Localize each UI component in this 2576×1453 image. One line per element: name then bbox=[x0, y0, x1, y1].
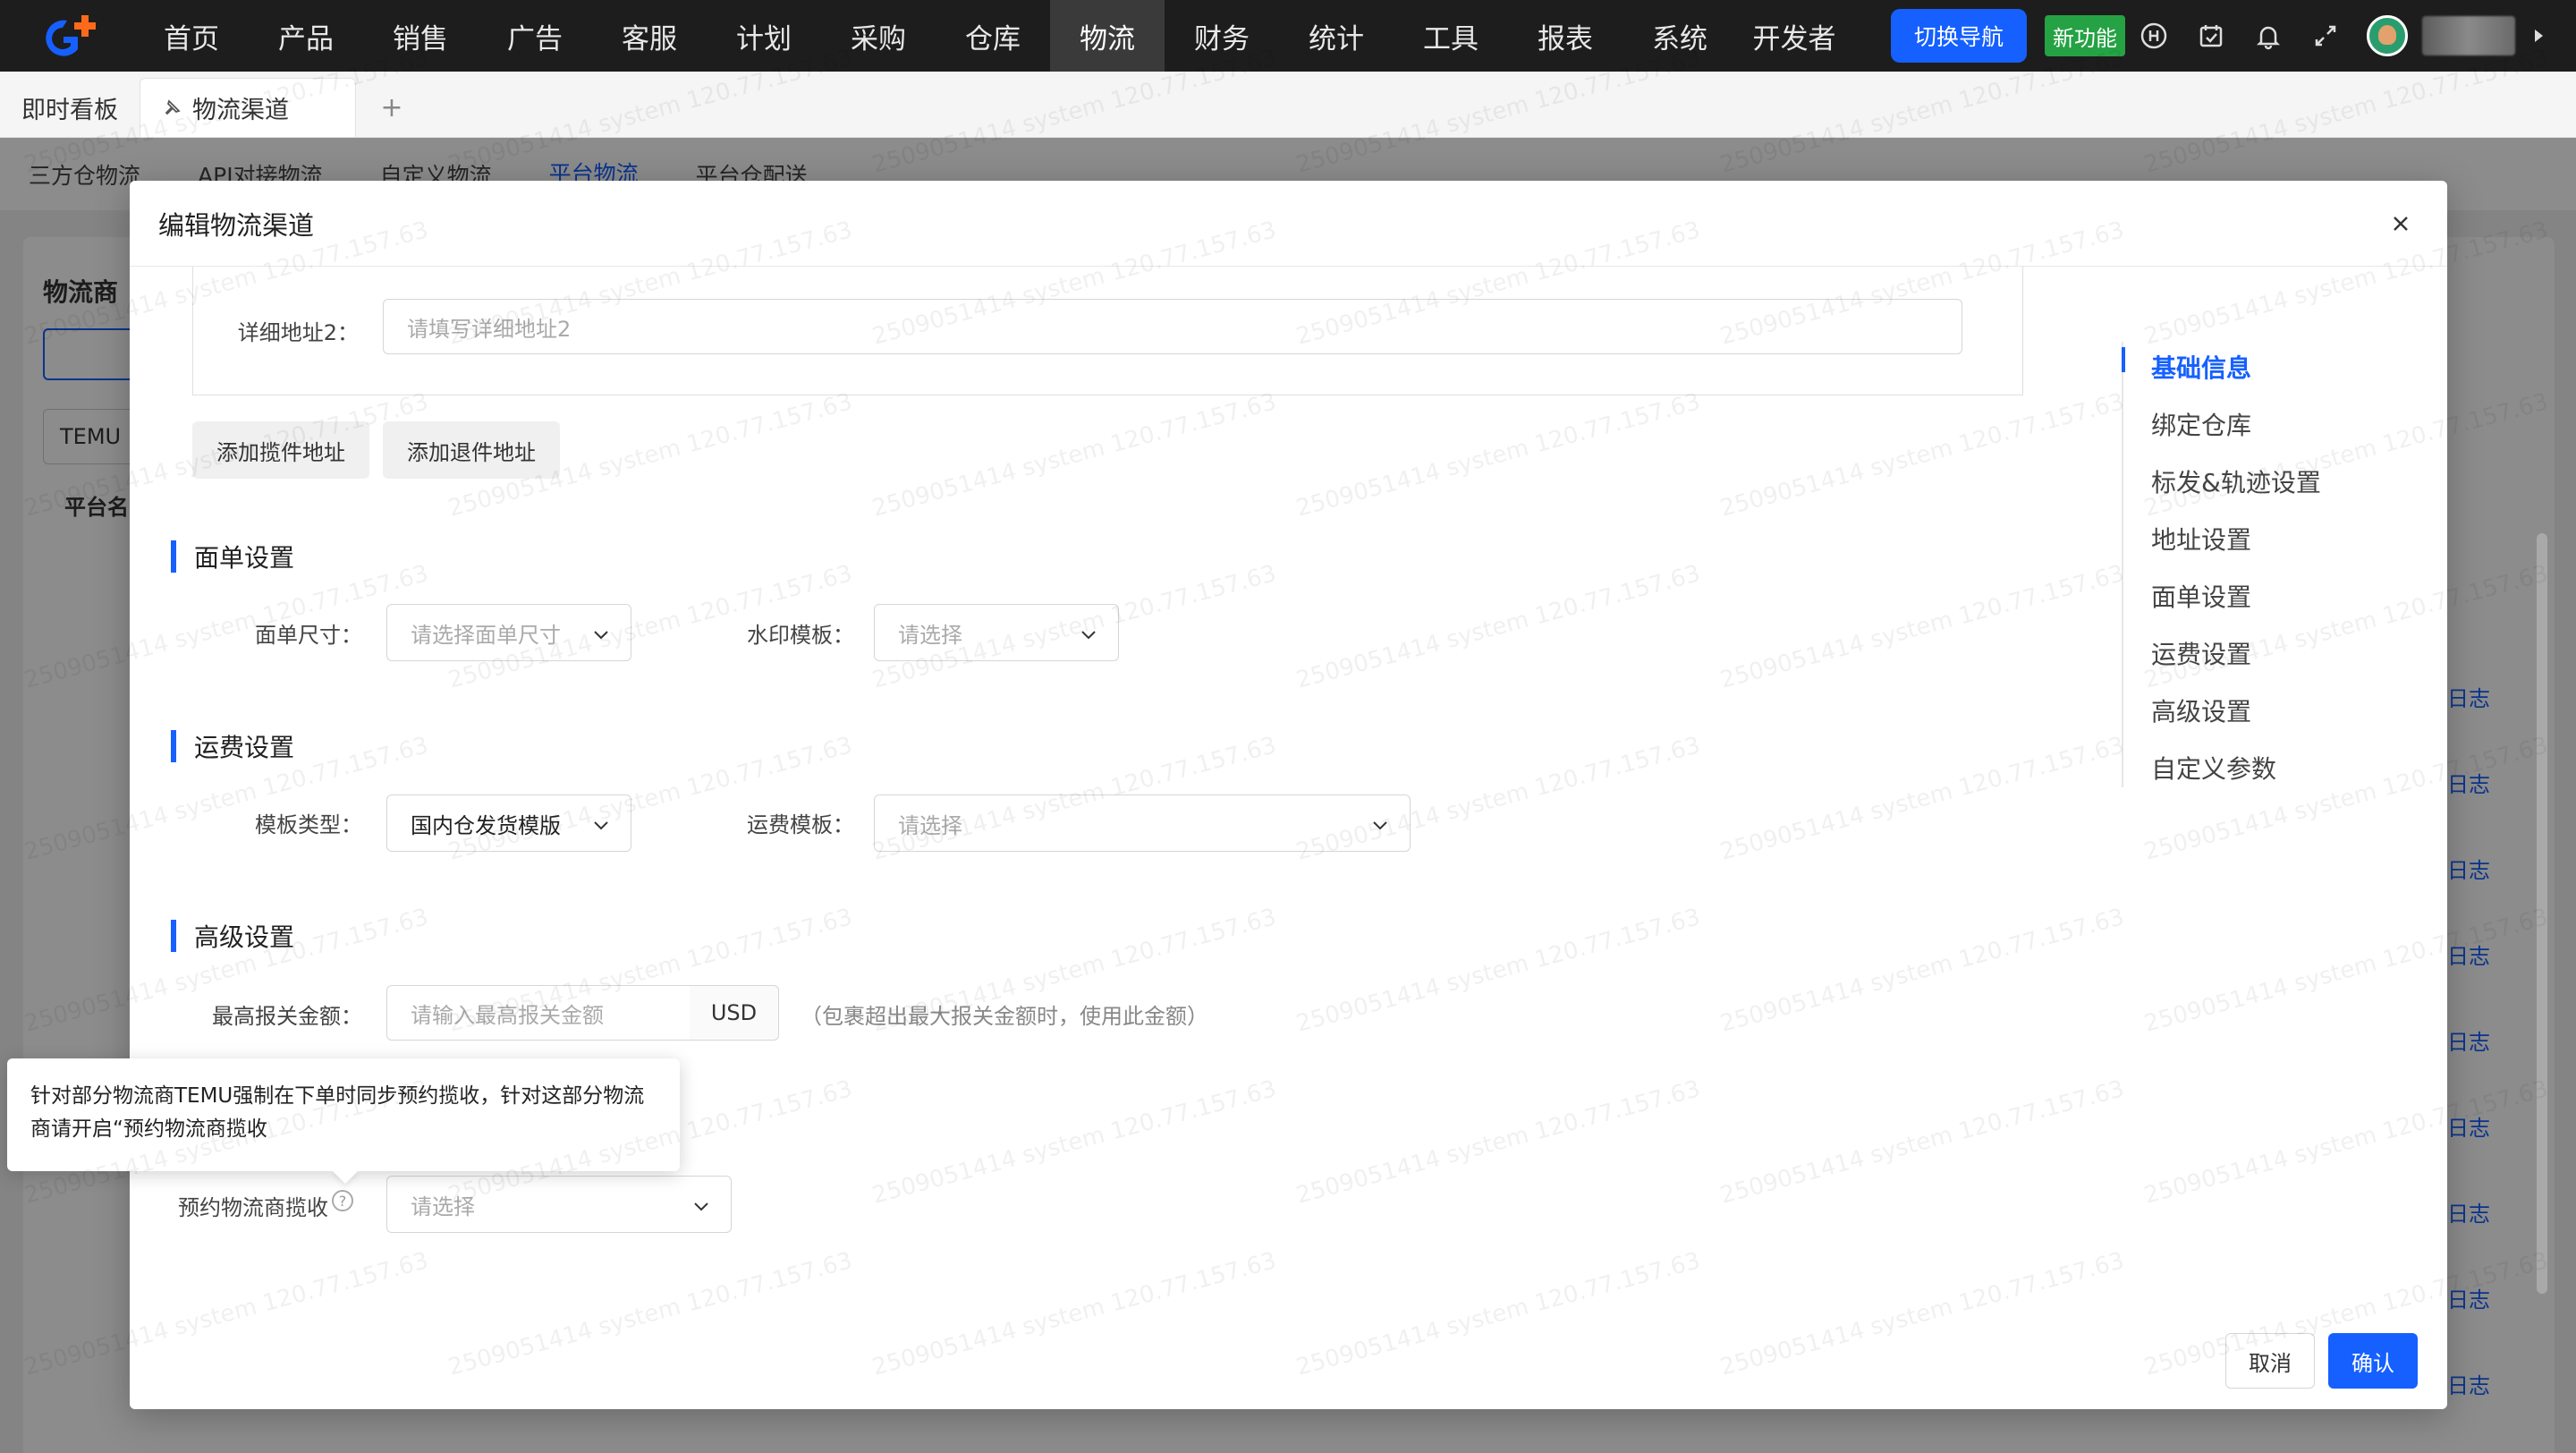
modal-header: 编辑物流渠道 bbox=[130, 181, 2447, 267]
tab-label: 物流渠道 bbox=[192, 97, 289, 124]
max-declare-label: 最高报关金额： bbox=[212, 1004, 362, 1029]
nav-item-5[interactable]: 计划 bbox=[707, 0, 821, 72]
anchor-nav-rail bbox=[2122, 342, 2123, 787]
reserve-pickup-select[interactable]: 请选择 bbox=[386, 1176, 732, 1233]
waybill-size-label: 面单尺寸： bbox=[255, 623, 362, 648]
switch-nav-button[interactable]: 切换导航 bbox=[1891, 9, 2027, 63]
bell-icon[interactable] bbox=[2240, 0, 2297, 72]
nav-item-4[interactable]: 客服 bbox=[592, 0, 707, 72]
template-type-value: 国内仓发货模版 bbox=[411, 812, 561, 838]
reserve-pickup-value: 请选择 bbox=[411, 1194, 475, 1219]
tab-logistics-channel[interactable]: 物流渠道 bbox=[140, 78, 356, 137]
user-avatar[interactable] bbox=[2367, 15, 2408, 56]
nav-item-10[interactable]: 统计 bbox=[1279, 0, 1394, 72]
watermark-template-value: 请选择 bbox=[898, 622, 962, 648]
chevron-down-icon bbox=[694, 1202, 708, 1211]
nav-item-8[interactable]: 物流 bbox=[1050, 0, 1165, 72]
reserve-pickup-label: 预约物流商揽收 bbox=[178, 1195, 328, 1220]
anchor-item-1[interactable]: 绑定仓库 bbox=[2151, 395, 2321, 453]
top-nav: 首页 产品 销售 广告 客服 计划 采购 仓库 物流 财务 统计 工具 报表 系统 开发者 切换导航 新功能 bbox=[0, 0, 2576, 72]
freight-template-label: 运费模板： bbox=[747, 812, 854, 837]
nav-item-14[interactable]: 开发者 bbox=[1737, 0, 1852, 72]
close-icon[interactable] bbox=[2381, 204, 2420, 243]
nav-item-0[interactable]: 首页 bbox=[134, 0, 249, 72]
anchor-nav-list: 基础信息 绑定仓库 标发&轨迹设置 地址设置 面单设置 运费设置 高级设置 自定义参数 bbox=[2151, 338, 2321, 796]
section-waybill-title: 面单设置 bbox=[171, 540, 294, 573]
section-advanced-title: 高级设置 bbox=[171, 920, 294, 952]
main-menu: 首页 产品 销售 广告 客服 计划 采购 仓库 物流 财务 统计 工具 报表 系统 开发者 bbox=[134, 0, 1852, 72]
edit-logistics-channel-modal: 编辑物流渠道 详细地址2： 请填写详细地址2 添加揽件地址 添加退件地址 面单设… bbox=[130, 181, 2447, 1409]
calendar-check-icon[interactable] bbox=[2182, 0, 2240, 72]
freight-template-select[interactable]: 请选择 bbox=[874, 794, 1411, 852]
confirm-button[interactable]: 确认 bbox=[2328, 1333, 2418, 1389]
help-question-icon[interactable]: ? bbox=[332, 1190, 353, 1211]
waybill-size-select[interactable]: 请选择面单尺寸 bbox=[386, 604, 631, 661]
username-blurred[interactable] bbox=[2422, 16, 2515, 55]
watermark-template-select[interactable]: 请选择 bbox=[874, 604, 1119, 661]
template-type-select[interactable]: 国内仓发货模版 bbox=[386, 794, 631, 852]
reserve-pickup-tooltip: 针对部分物流商TEMU强制在下单时同步预约揽收，针对这部分物流商请开启“预约物流… bbox=[7, 1058, 680, 1171]
anchor-item-2[interactable]: 标发&轨迹设置 bbox=[2151, 453, 2321, 510]
nav-item-1[interactable]: 产品 bbox=[249, 0, 363, 72]
nav-right-tools: 切换导航 新功能 bbox=[1891, 0, 2543, 72]
tab-dashboard[interactable]: 即时看板 bbox=[0, 78, 140, 137]
watermark-template-label: 水印模板： bbox=[747, 623, 854, 648]
add-tab-button[interactable]: + bbox=[356, 78, 428, 137]
nav-item-2[interactable]: 销售 bbox=[363, 0, 478, 72]
nav-item-9[interactable]: 财务 bbox=[1165, 0, 1279, 72]
template-type-label: 模板类型： bbox=[255, 812, 362, 837]
logo-icon bbox=[46, 15, 96, 56]
nav-item-6[interactable]: 采购 bbox=[821, 0, 936, 72]
chevron-down-icon bbox=[594, 631, 608, 640]
anchor-item-5[interactable]: 运费设置 bbox=[2151, 625, 2321, 682]
chevron-down-icon bbox=[594, 821, 608, 830]
nav-item-11[interactable]: 工具 bbox=[1394, 0, 1508, 72]
address2-label: 详细地址2： bbox=[237, 320, 359, 345]
section-freight-title: 运费设置 bbox=[171, 730, 294, 762]
max-declare-input[interactable]: 请输入最高报关金额 bbox=[386, 985, 691, 1041]
waybill-size-value: 请选择面单尺寸 bbox=[411, 622, 561, 648]
new-feature-badge[interactable]: 新功能 bbox=[2045, 15, 2125, 56]
anchor-item-0[interactable]: 基础信息 bbox=[2151, 338, 2321, 395]
freight-template-value: 请选择 bbox=[898, 812, 962, 838]
anchor-active-indicator bbox=[2122, 347, 2125, 372]
currency-addon: USD bbox=[690, 985, 779, 1041]
cancel-button[interactable]: 取消 bbox=[2225, 1333, 2315, 1389]
max-declare-hint: （包裹超出最大报关金额时，使用此金额） bbox=[801, 1004, 1208, 1029]
page-tabbar: 即时看板 物流渠道 + bbox=[0, 72, 2576, 138]
anchor-item-7[interactable]: 自定义参数 bbox=[2151, 739, 2321, 796]
chevron-down-icon bbox=[1081, 631, 1096, 640]
app-logo[interactable] bbox=[0, 0, 134, 72]
pin-icon[interactable] bbox=[162, 98, 182, 118]
fullscreen-icon[interactable] bbox=[2297, 0, 2354, 72]
caret-right-icon[interactable] bbox=[2535, 30, 2543, 42]
modal-title: 编辑物流渠道 bbox=[158, 209, 315, 241]
anchor-item-6[interactable]: 高级设置 bbox=[2151, 682, 2321, 739]
page-scrollbar[interactable] bbox=[2537, 533, 2547, 1294]
add-return-address-button[interactable]: 添加退件地址 bbox=[383, 421, 560, 479]
anchor-item-3[interactable]: 地址设置 bbox=[2151, 510, 2321, 567]
add-pickup-address-button[interactable]: 添加揽件地址 bbox=[192, 421, 369, 479]
nav-item-7[interactable]: 仓库 bbox=[936, 0, 1050, 72]
nav-item-3[interactable]: 广告 bbox=[478, 0, 592, 72]
address2-input[interactable]: 请填写详细地址2 bbox=[383, 299, 1962, 354]
nav-item-12[interactable]: 报表 bbox=[1508, 0, 1623, 72]
nav-item-13[interactable]: 系统 bbox=[1623, 0, 1737, 72]
stats-icon[interactable] bbox=[2125, 0, 2182, 72]
chevron-down-icon bbox=[1373, 821, 1387, 830]
anchor-item-4[interactable]: 面单设置 bbox=[2151, 567, 2321, 625]
